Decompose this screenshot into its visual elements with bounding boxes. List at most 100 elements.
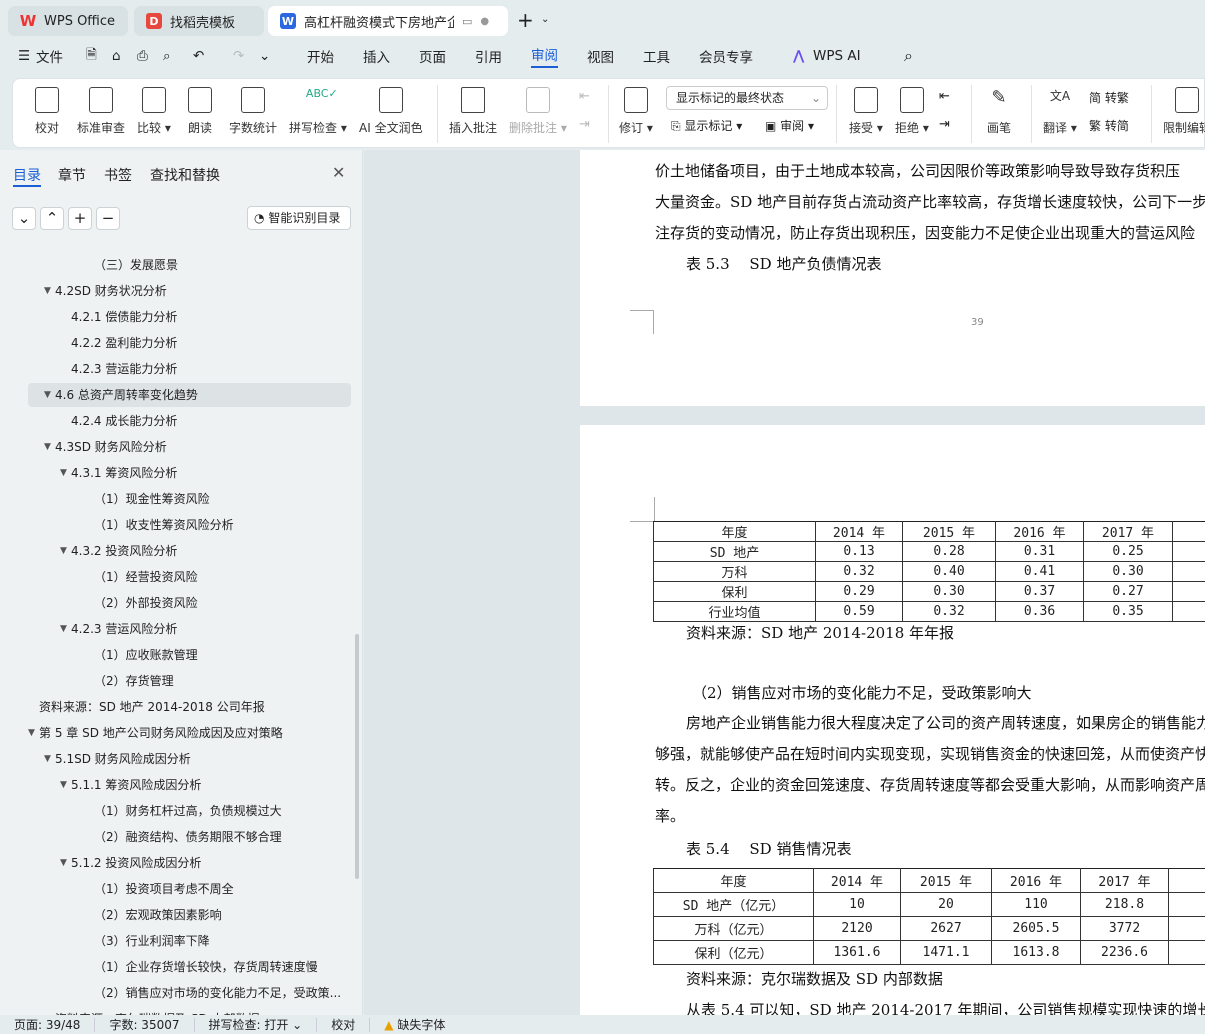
- page-indicator[interactable]: 页面: 39/48: [0, 1017, 96, 1032]
- share-icon[interactable]: ⌂: [112, 48, 121, 64]
- table-cell[interactable]: 0.36: [995, 601, 1084, 622]
- expand-arrow-icon[interactable]: ▼: [44, 383, 51, 407]
- show-markup-button[interactable]: ⎘ 显示标记 ▾: [671, 117, 742, 134]
- table-cell[interactable]: 110: [991, 892, 1081, 917]
- print-preview-icon[interactable]: ⌕: [163, 48, 171, 64]
- table-source[interactable]: 资料来源：克尔瑞数据及 SD 内部数据: [686, 968, 943, 989]
- toc-item[interactable]: （2）存货管理: [0, 669, 362, 693]
- missing-font-status[interactable]: ▲ 缺失字体: [370, 1018, 459, 1032]
- toc-item[interactable]: 资料来源：SD 地产 2014-2018 公司年报: [0, 695, 362, 719]
- table-cell[interactable]: 0.28: [902, 541, 996, 562]
- paragraph-line[interactable]: 价土地储备项目，由于土地成本较高，公司因限价等政策影响导致导致存货积压: [655, 160, 1180, 181]
- table-cell[interactable]: 2017 年: [1080, 868, 1169, 893]
- table-cell[interactable]: 0.35: [1083, 601, 1173, 622]
- toc-item[interactable]: ▼ 5.1SD 财务风险成因分析: [0, 747, 362, 771]
- menu-review[interactable]: 审阅: [531, 44, 558, 68]
- toc-item[interactable]: ▼ 4.2SD 财务状况分析: [0, 279, 362, 303]
- save-icon[interactable]: 🗎: [86, 45, 97, 68]
- expand-arrow-icon[interactable]: ▼: [44, 279, 51, 303]
- toc-item[interactable]: ▼ 4.3.2 投资风险分析: [0, 539, 362, 563]
- table-cell[interactable]: 0.32: [902, 601, 996, 622]
- table-cell[interactable]: [1172, 541, 1205, 562]
- toc-item[interactable]: （2）外部投资风险: [0, 591, 362, 615]
- add-heading-button[interactable]: +: [68, 207, 92, 230]
- toc-item[interactable]: 资料来源：克尔瑞数据及 SD 内部数据: [0, 1007, 362, 1015]
- menu-tools[interactable]: 工具: [643, 46, 670, 66]
- table-cell[interactable]: 2017 年: [1083, 521, 1173, 542]
- table-cell[interactable]: 万科: [653, 561, 816, 582]
- debt-table[interactable]: 年度 2014 年 2015 年 2016 年 2017 年 SD 地产 0.13 0.28 0…: [653, 521, 1205, 622]
- reject-button[interactable]: 拒绝 ▾: [895, 87, 929, 136]
- translate-button[interactable]: 文A 翻译 ▾: [1043, 87, 1077, 136]
- nav-scrollbar[interactable]: [355, 634, 359, 879]
- spell-check-status[interactable]: 拼写检查: 打开 ⌄: [195, 1017, 318, 1032]
- tab-find-replace[interactable]: 查找和替换: [150, 165, 220, 185]
- accept-button[interactable]: 接受 ▾: [849, 87, 883, 136]
- table-cell[interactable]: 2016 年: [991, 868, 1081, 893]
- review-pane-button[interactable]: ▣ 审阅 ▾: [765, 117, 814, 134]
- wps-ai-button[interactable]: WPS AI: [813, 48, 861, 64]
- read-aloud-button[interactable]: 朗读: [188, 87, 212, 136]
- toc-item[interactable]: （2）融资结构、债务期限不够合理: [0, 825, 362, 849]
- table-cell[interactable]: 行业均值: [653, 601, 816, 622]
- toc-item[interactable]: ▼ 4.3.1 筹资风险分析: [0, 461, 362, 485]
- expand-arrow-icon[interactable]: ▼: [60, 617, 67, 641]
- menu-page[interactable]: 页面: [419, 46, 446, 66]
- next-comment-icon[interactable]: ⇥: [579, 117, 590, 132]
- expand-arrow-icon[interactable]: ▼: [60, 461, 67, 485]
- table-cell[interactable]: 2014 年: [815, 521, 903, 542]
- menu-member[interactable]: 会员专享: [699, 46, 753, 66]
- toc-item[interactable]: 4.2.3 营运能力分析: [0, 357, 362, 381]
- expand-arrow-icon[interactable]: ▼: [44, 435, 51, 459]
- table-cell[interactable]: 0.27: [1083, 581, 1173, 602]
- toc-item[interactable]: （1）现金性筹资风险: [0, 487, 362, 511]
- search-icon[interactable]: ⌕: [904, 46, 913, 66]
- table-cell[interactable]: 2605.5: [991, 916, 1081, 941]
- remove-heading-button[interactable]: −: [96, 207, 120, 230]
- toc-item[interactable]: ▼ 5.1.2 投资风险成因分析: [0, 851, 362, 875]
- to-simplified-button[interactable]: 繁 转简: [1089, 117, 1129, 134]
- table-cell[interactable]: [1168, 868, 1205, 893]
- paragraph-line[interactable]: 从表 5.4 可以知，SD 地产 2014-2017 年期间，公司销售规模实现快…: [686, 999, 1205, 1015]
- paragraph-line[interactable]: 大量资金。SD 地产目前存货占流动资产比率较高，存货增长速度较快，公司下一步: [655, 191, 1205, 212]
- table-cell[interactable]: [1168, 892, 1205, 917]
- toc-item[interactable]: ▼ 4.2.3 营运风险分析: [0, 617, 362, 641]
- spell-check-button[interactable]: ABC✓ 拼写检查 ▾: [289, 87, 347, 136]
- proofread-status[interactable]: 校对: [317, 1017, 371, 1032]
- table-cell[interactable]: 2120: [813, 916, 901, 941]
- toc-item[interactable]: ▼ 第 5 章 SD 地产公司财务风险成因及应对策略: [0, 721, 362, 745]
- to-traditional-button[interactable]: 简 转繁: [1089, 89, 1129, 106]
- expand-arrow-icon[interactable]: ▼: [60, 773, 67, 797]
- table-cell[interactable]: 保利（亿元）: [653, 940, 814, 965]
- tab-toc[interactable]: 目录: [13, 165, 41, 187]
- tab-list-chevron-icon[interactable]: ⌄: [541, 14, 549, 25]
- table-cell[interactable]: 0.37: [995, 581, 1084, 602]
- table-cell[interactable]: 0.40: [902, 561, 996, 582]
- restrict-editing-button[interactable]: 限制编辑: [1163, 87, 1205, 136]
- menu-insert[interactable]: 插入: [363, 46, 390, 66]
- file-menu[interactable]: 文件: [36, 46, 63, 66]
- table-cell[interactable]: 万科（亿元）: [653, 916, 814, 941]
- table-cell[interactable]: [1172, 521, 1205, 542]
- new-tab-button[interactable]: +: [517, 8, 534, 32]
- delete-comment-button[interactable]: 删除批注 ▾: [509, 87, 567, 136]
- word-count[interactable]: 字数: 35007: [95, 1017, 195, 1032]
- track-changes-button[interactable]: 修订 ▾: [619, 87, 653, 136]
- toc-item[interactable]: ▼ 5.1.1 筹资风险成因分析: [0, 773, 362, 797]
- word-count-button[interactable]: 字数统计: [229, 87, 277, 136]
- ai-polish-button[interactable]: AI 全文润色: [359, 87, 423, 136]
- collapse-down-button[interactable]: ⌄: [12, 207, 36, 230]
- tab-document[interactable]: W高杠杆融资模式下房地产企业流▭●: [268, 6, 508, 36]
- paragraph-line[interactable]: 够强，就能够使产品在短时间内实现变现，实现销售资金的快速回笼，从而使资产快: [655, 743, 1205, 764]
- table-cell[interactable]: 2016 年: [995, 521, 1084, 542]
- toc-item[interactable]: （2）销售应对市场的变化能力不足，受政策...: [0, 981, 362, 1005]
- expand-arrow-icon[interactable]: ▼: [44, 747, 51, 771]
- table-cell[interactable]: 2627: [900, 916, 992, 941]
- table-cell[interactable]: 0.25: [1083, 541, 1173, 562]
- table-cell[interactable]: [1168, 940, 1205, 965]
- table-cell[interactable]: 0.30: [1083, 561, 1173, 582]
- table-cell[interactable]: 1471.1: [900, 940, 992, 965]
- table-cell[interactable]: 2015 年: [900, 868, 992, 893]
- table-cell[interactable]: 0.31: [995, 541, 1084, 562]
- toc-item[interactable]: 4.2.4 成长能力分析: [0, 409, 362, 433]
